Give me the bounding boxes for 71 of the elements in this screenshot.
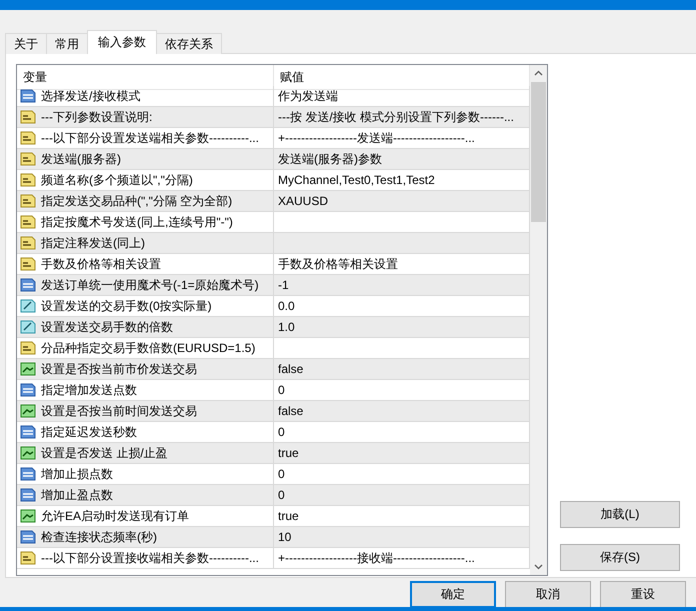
variable-name: 增加止盈点数 xyxy=(41,486,113,504)
variable-name: 分品种指定交易手数倍数(EURUSD=1.5) xyxy=(41,340,256,356)
string-type-icon xyxy=(20,214,36,230)
variable-name: 设置是否发送 止损/止盈 xyxy=(41,444,168,462)
variable-name: 指定按魔术号发送(同上,连续号用"-") xyxy=(41,214,233,230)
value-cell[interactable]: true xyxy=(274,443,530,464)
double-type-icon xyxy=(20,319,36,335)
integer-type-icon xyxy=(20,382,36,398)
dialog-button[interactable]: 取消 xyxy=(505,581,591,608)
string-type-icon xyxy=(20,340,36,356)
string-type-icon xyxy=(20,193,36,209)
variable-name: 设置是否按当前时间发送交易 xyxy=(41,402,197,420)
boolean-type-icon xyxy=(20,445,36,461)
variable-name: 发送端(服务器) xyxy=(41,150,121,168)
value-cell[interactable]: false xyxy=(274,401,530,422)
string-type-icon xyxy=(20,172,36,188)
dialog-button[interactable]: 重设 xyxy=(600,581,686,608)
variable-name: 允许EA启动时发送现有订单 xyxy=(41,508,190,524)
scrollbar[interactable] xyxy=(530,65,547,575)
variable-name: 设置发送交易手数的倍数 xyxy=(41,318,173,336)
variable-name: 频道名称(多个频道以","分隔) xyxy=(41,172,193,188)
dialog-button[interactable]: 确定 xyxy=(410,581,496,608)
tab[interactable]: 输入参数 xyxy=(87,30,157,54)
integer-type-icon xyxy=(20,88,36,104)
value-cell[interactable]: 1.0 xyxy=(274,317,530,338)
value-cell[interactable]: +------------------接收端------------------... xyxy=(274,548,530,569)
side-button[interactable]: 加载(L) xyxy=(560,501,680,528)
tab[interactable]: 常用 xyxy=(46,33,88,54)
value-cell[interactable]: -1 xyxy=(274,275,530,296)
variable-name: 指定增加发送点数 xyxy=(41,382,137,398)
variable-name: 手数及价格等相关设置 xyxy=(41,256,161,272)
value-cell[interactable]: 发送端(服务器)参数 xyxy=(274,149,530,170)
variable-name: 检查连接状态频率(秒) xyxy=(41,528,157,546)
side-button[interactable]: 保存(S) xyxy=(560,544,680,571)
variable-name: 发送订单统一使用魔术号(-1=原始魔术号) xyxy=(41,276,259,294)
integer-type-icon xyxy=(20,487,36,503)
string-type-icon xyxy=(20,256,36,272)
column-header[interactable]: 赋值 xyxy=(274,65,530,90)
value-cell[interactable]: false xyxy=(274,359,530,380)
integer-type-icon xyxy=(20,277,36,293)
tab[interactable]: 依存关系 xyxy=(156,33,222,54)
value-cell[interactable]: 10 xyxy=(274,527,530,548)
variable-name: ---以下部分设置发送端相关参数----------... xyxy=(41,130,259,146)
value-cell[interactable]: XAUUSD xyxy=(274,191,530,212)
variable-name: ---以下部分设置接收端相关参数----------... xyxy=(41,550,259,566)
string-type-icon xyxy=(20,109,36,125)
string-type-icon xyxy=(20,130,36,146)
variable-name: 设置是否按当前市价发送交易 xyxy=(41,360,197,378)
string-type-icon xyxy=(20,151,36,167)
variable-name: 增加止损点数 xyxy=(41,466,113,482)
variable-name: 指定注释发送(同上) xyxy=(41,234,145,252)
variable-name: 指定延迟发送秒数 xyxy=(41,424,137,440)
integer-type-icon xyxy=(20,424,36,440)
column-header[interactable]: 变量 xyxy=(17,65,274,90)
tab[interactable]: 关于 xyxy=(5,33,47,54)
string-type-icon xyxy=(20,550,36,566)
value-cell[interactable]: ---按 发送/接收 模式分别设置下列参数------... xyxy=(274,107,530,128)
integer-type-icon xyxy=(20,466,36,482)
value-cell[interactable]: 0 xyxy=(274,485,530,506)
scroll-thumb[interactable] xyxy=(531,82,546,222)
double-type-icon xyxy=(20,298,36,314)
value-cell[interactable] xyxy=(274,233,530,254)
boolean-type-icon xyxy=(20,508,36,524)
integer-type-icon xyxy=(20,529,36,545)
boolean-type-icon xyxy=(20,403,36,419)
boolean-type-icon xyxy=(20,361,36,377)
variable-name: ---下列参数设置说明: xyxy=(41,108,152,126)
variable-name: 设置发送的交易手数(0按实际量) xyxy=(41,298,212,314)
string-type-icon xyxy=(20,235,36,251)
variable-name: 指定发送交易品种(","分隔 空为全部) xyxy=(41,192,232,210)
variable-name: 选择发送/接收模式 xyxy=(41,88,140,104)
